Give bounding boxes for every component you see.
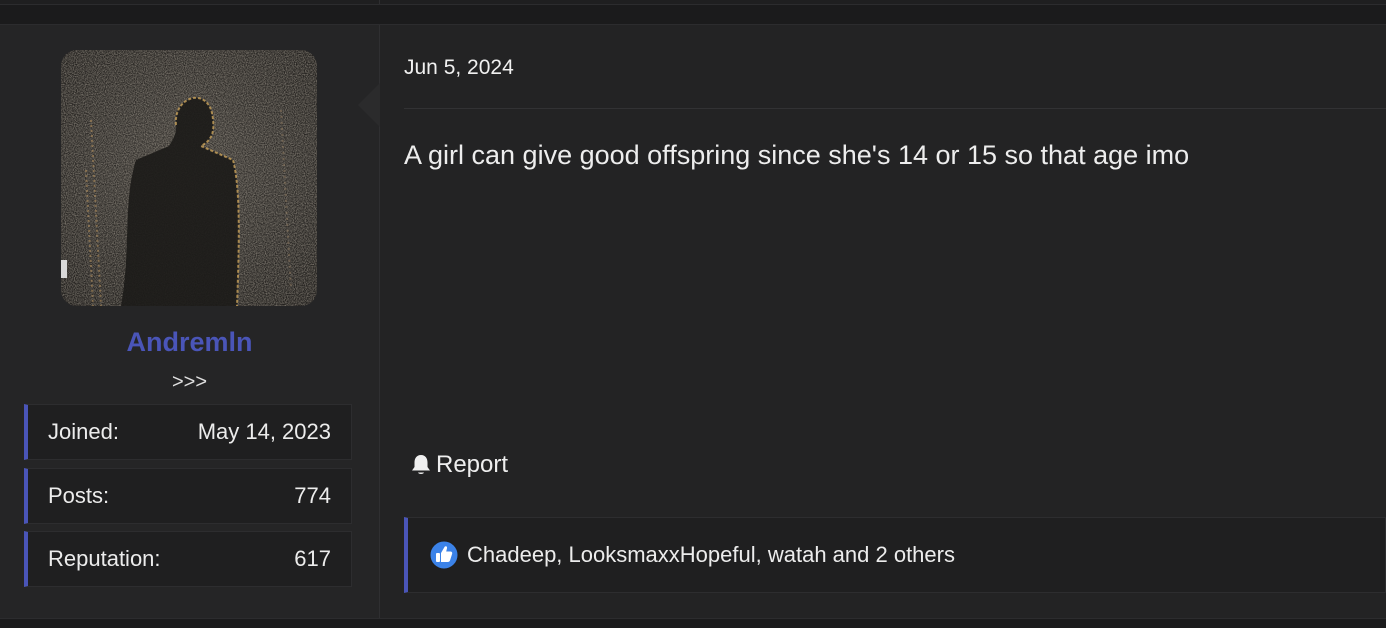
bell-icon: [412, 455, 430, 474]
stat-joined: Joined: May 14, 2023: [24, 404, 352, 460]
report-label: Report: [436, 451, 509, 478]
thumbs-up-icon: [429, 540, 459, 570]
forum-post: Andremln >>> Joined: May 14, 2023 Posts:…: [0, 24, 1386, 619]
username-link[interactable]: Andremln: [0, 327, 379, 358]
previous-post-edge: [0, 0, 1386, 5]
post-body: A girl can give good offspring since she…: [404, 140, 1190, 170]
post-user-panel: Andremln >>> Joined: May 14, 2023 Posts:…: [0, 25, 380, 618]
stat-reputation: Reputation: 617: [24, 531, 352, 587]
reactions-bar[interactable]: Chadeep, LooksmaxxHopeful, watah and 2 o…: [404, 517, 1386, 593]
stat-posts-label: Posts:: [48, 483, 110, 508]
post-message-panel: Jun 5, 2024 A girl can give good offspri…: [380, 25, 1386, 618]
message-divider: [404, 108, 1386, 109]
post-date[interactable]: Jun 5, 2024: [404, 56, 514, 80]
stat-reputation-value: 617: [294, 546, 331, 571]
message-pointer-arrow: [358, 83, 380, 127]
stat-joined-value: May 14, 2023: [197, 419, 331, 444]
reactions-list[interactable]: Chadeep, LooksmaxxHopeful, watah and 2 o…: [467, 542, 955, 568]
user-title: >>>: [171, 371, 208, 393]
stat-joined-label: Joined:: [48, 419, 119, 444]
thread-page: Andremln >>> Joined: May 14, 2023 Posts:…: [0, 0, 1386, 628]
stat-posts-value[interactable]: 774: [294, 483, 331, 509]
stat-posts: Posts: 774: [24, 468, 352, 524]
column-divider: [379, 0, 380, 4]
avatar[interactable]: [61, 50, 317, 306]
report-button[interactable]: Report: [410, 451, 508, 479]
next-post-edge: [0, 619, 1386, 628]
stat-reputation-label: Reputation:: [48, 546, 161, 571]
